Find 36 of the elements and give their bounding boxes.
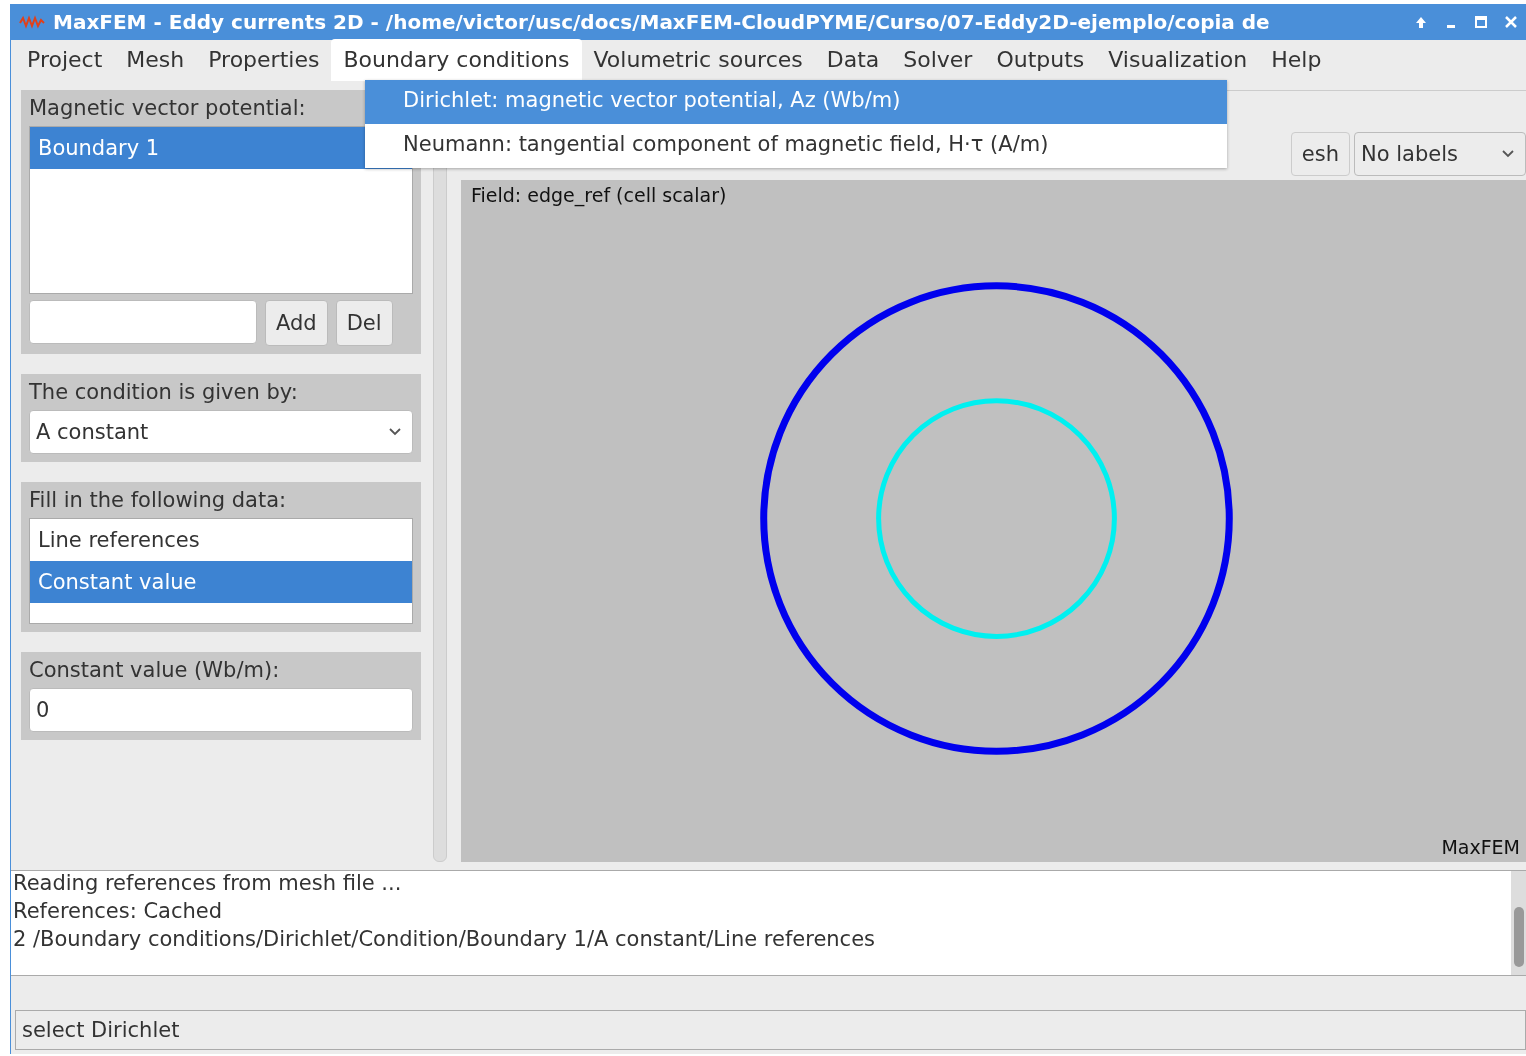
window-title: MaxFEM - Eddy currents 2D - /home/victor/usc/docs/MaxFEM-CloudPYME/Curso/07-Eddy2D-ejemplo/copia de (53, 10, 1271, 34)
field-label: Field: edge_ref (cell scalar) (471, 183, 727, 206)
menu-item[interactable]: Mesh (114, 39, 197, 81)
log-line: Reading references from mesh file ... (13, 870, 403, 897)
log-line: References: Cached (13, 898, 224, 925)
panel-title: Constant value (Wb/m): (29, 658, 281, 682)
panel-title: The condition is given by: (29, 380, 299, 404)
watermark-text: MaxFEM (1441, 836, 1520, 858)
scrollbar-thumb[interactable] (1514, 907, 1524, 967)
app-logo-icon (19, 15, 45, 29)
menu-item[interactable]: Boundary conditions (331, 39, 582, 81)
menu-item[interactable]: Project (15, 39, 115, 81)
menu-item[interactable]: Outputs (984, 39, 1097, 81)
chevron-down-icon (1501, 148, 1515, 159)
labels-select[interactable]: No labels (1354, 131, 1526, 176)
menu-item[interactable]: Solver (891, 39, 985, 81)
value-field[interactable]: 0 (29, 688, 413, 732)
panel-title: Fill in the following data: (29, 488, 288, 512)
list-item[interactable]: Line references (30, 519, 412, 561)
menu-item[interactable]: Properties (196, 39, 332, 81)
maximize-icon[interactable] (1474, 15, 1488, 29)
log-line: 2 /Boundary conditions/Dirichlet/Condition/Boundary 1/A constant/Line references (13, 926, 876, 953)
condition-select[interactable]: A constant (29, 410, 413, 454)
chevron-down-icon (388, 427, 402, 437)
list-item[interactable]: Constant value (30, 561, 412, 603)
menu-item[interactable]: Volumetric sources (581, 39, 815, 81)
up-arrow-icon[interactable] (1414, 15, 1428, 29)
name-field[interactable] (29, 300, 257, 344)
menu-item[interactable]: Visualization (1096, 39, 1260, 81)
menu-item[interactable]: Help (1259, 39, 1334, 81)
list-button[interactable]: Del (335, 300, 393, 346)
status-text: select Dirichlet (22, 1018, 180, 1042)
menu-item[interactable]: Data (814, 39, 892, 81)
close-icon[interactable] (1504, 15, 1518, 29)
list-button[interactable]: Add (265, 300, 328, 346)
toolbar-button[interactable]: esh (1290, 131, 1350, 176)
